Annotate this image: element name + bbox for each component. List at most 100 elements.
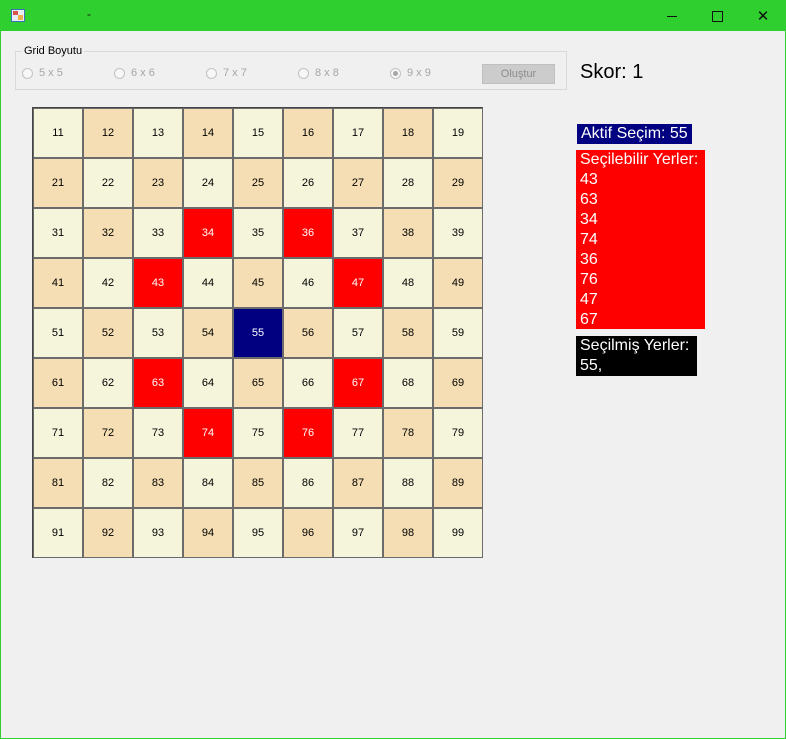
selected-places-title: Seçilmiş Yerler: — [580, 337, 690, 354]
board-cell-16[interactable]: 16 — [283, 108, 333, 158]
selectable-place-item: 36 — [580, 251, 598, 268]
close-button[interactable]: ✕ — [740, 1, 786, 31]
selectable-place-item: 34 — [580, 211, 598, 228]
board-cell-22[interactable]: 22 — [83, 158, 133, 208]
board-cell-86[interactable]: 86 — [283, 458, 333, 508]
board-cell-85[interactable]: 85 — [233, 458, 283, 508]
board-cell-72[interactable]: 72 — [83, 408, 133, 458]
board-cell-99[interactable]: 99 — [433, 508, 483, 558]
board-cell-56[interactable]: 56 — [283, 308, 333, 358]
board-cell-91[interactable]: 91 — [33, 508, 83, 558]
board-cell-17[interactable]: 17 — [333, 108, 383, 158]
radio-8x8[interactable]: 8 x 8 — [298, 67, 339, 79]
board-cell-58[interactable]: 58 — [383, 308, 433, 358]
create-button[interactable]: Oluştur — [482, 64, 555, 84]
board-cell-75[interactable]: 75 — [233, 408, 283, 458]
board-cell-93[interactable]: 93 — [133, 508, 183, 558]
board-cell-34[interactable]: 34 — [183, 208, 233, 258]
board-cell-54[interactable]: 54 — [183, 308, 233, 358]
board-cell-81[interactable]: 81 — [33, 458, 83, 508]
board-cell-67[interactable]: 67 — [333, 358, 383, 408]
board-cell-95[interactable]: 95 — [233, 508, 283, 558]
selected-places-value: 55, — [580, 357, 603, 374]
board-cell-61[interactable]: 61 — [33, 358, 83, 408]
board-cell-47[interactable]: 47 — [333, 258, 383, 308]
selectable-places-panel: Seçilebilir Yerler: 43 63 34 74 36 76 47 67 — [576, 150, 705, 329]
title-bar[interactable]: - ✕ — [1, 1, 785, 31]
board-cell-12[interactable]: 12 — [83, 108, 133, 158]
board-cell-76[interactable]: 76 — [283, 408, 333, 458]
radio-7x7[interactable]: 7 x 7 — [206, 67, 247, 79]
board-cell-64[interactable]: 64 — [183, 358, 233, 408]
board-cell-13[interactable]: 13 — [133, 108, 183, 158]
board-cell-49[interactable]: 49 — [433, 258, 483, 308]
board-cell-79[interactable]: 79 — [433, 408, 483, 458]
board-cell-89[interactable]: 89 — [433, 458, 483, 508]
board-cell-94[interactable]: 94 — [183, 508, 233, 558]
board-cell-62[interactable]: 62 — [83, 358, 133, 408]
board-cell-25[interactable]: 25 — [233, 158, 283, 208]
board-cell-71[interactable]: 71 — [33, 408, 83, 458]
board-cell-43[interactable]: 43 — [133, 258, 183, 308]
board-cell-96[interactable]: 96 — [283, 508, 333, 558]
board-cell-98[interactable]: 98 — [383, 508, 433, 558]
board-cell-78[interactable]: 78 — [383, 408, 433, 458]
maximize-button[interactable] — [694, 1, 740, 31]
board-cell-44[interactable]: 44 — [183, 258, 233, 308]
board-cell-51[interactable]: 51 — [33, 308, 83, 358]
radio-label: 6 x 6 — [131, 67, 155, 79]
board-cell-41[interactable]: 41 — [33, 258, 83, 308]
score-label: Skor: 1 — [580, 61, 644, 83]
board-cell-92[interactable]: 92 — [83, 508, 133, 558]
board-cell-77[interactable]: 77 — [333, 408, 383, 458]
board-cell-48[interactable]: 48 — [383, 258, 433, 308]
board-cell-69[interactable]: 69 — [433, 358, 483, 408]
board-cell-83[interactable]: 83 — [133, 458, 183, 508]
radio-9x9[interactable]: 9 x 9 — [390, 67, 431, 79]
board-cell-35[interactable]: 35 — [233, 208, 283, 258]
board-cell-21[interactable]: 21 — [33, 158, 83, 208]
board-cell-68[interactable]: 68 — [383, 358, 433, 408]
board-cell-97[interactable]: 97 — [333, 508, 383, 558]
board-cell-57[interactable]: 57 — [333, 308, 383, 358]
board-cell-15[interactable]: 15 — [233, 108, 283, 158]
board-cell-87[interactable]: 87 — [333, 458, 383, 508]
board-cell-42[interactable]: 42 — [83, 258, 133, 308]
board-cell-65[interactable]: 65 — [233, 358, 283, 408]
board-cell-45[interactable]: 45 — [233, 258, 283, 308]
board-cell-74[interactable]: 74 — [183, 408, 233, 458]
board-cell-32[interactable]: 32 — [83, 208, 133, 258]
board-cell-23[interactable]: 23 — [133, 158, 183, 208]
board-cell-19[interactable]: 19 — [433, 108, 483, 158]
board-cell-53[interactable]: 53 — [133, 308, 183, 358]
board-cell-46[interactable]: 46 — [283, 258, 333, 308]
board-cell-29[interactable]: 29 — [433, 158, 483, 208]
board-cell-26[interactable]: 26 — [283, 158, 333, 208]
selectable-place-item: 47 — [580, 291, 598, 308]
board-cell-14[interactable]: 14 — [183, 108, 233, 158]
app-icon — [11, 9, 25, 22]
board-cell-27[interactable]: 27 — [333, 158, 383, 208]
board-cell-63[interactable]: 63 — [133, 358, 183, 408]
board-cell-37[interactable]: 37 — [333, 208, 383, 258]
board-cell-18[interactable]: 18 — [383, 108, 433, 158]
radio-6x6[interactable]: 6 x 6 — [114, 67, 155, 79]
board-cell-59[interactable]: 59 — [433, 308, 483, 358]
board-cell-73[interactable]: 73 — [133, 408, 183, 458]
board-cell-38[interactable]: 38 — [383, 208, 433, 258]
board-cell-39[interactable]: 39 — [433, 208, 483, 258]
board-cell-84[interactable]: 84 — [183, 458, 233, 508]
board-cell-36[interactable]: 36 — [283, 208, 333, 258]
board-cell-82[interactable]: 82 — [83, 458, 133, 508]
radio-5x5[interactable]: 5 x 5 — [22, 67, 63, 79]
board-cell-88[interactable]: 88 — [383, 458, 433, 508]
board-cell-28[interactable]: 28 — [383, 158, 433, 208]
board-cell-31[interactable]: 31 — [33, 208, 83, 258]
board-cell-52[interactable]: 52 — [83, 308, 133, 358]
board-cell-55[interactable]: 55 — [233, 308, 283, 358]
board-cell-24[interactable]: 24 — [183, 158, 233, 208]
board-cell-66[interactable]: 66 — [283, 358, 333, 408]
board-cell-11[interactable]: 11 — [33, 108, 83, 158]
minimize-button[interactable] — [649, 1, 695, 31]
board-cell-33[interactable]: 33 — [133, 208, 183, 258]
